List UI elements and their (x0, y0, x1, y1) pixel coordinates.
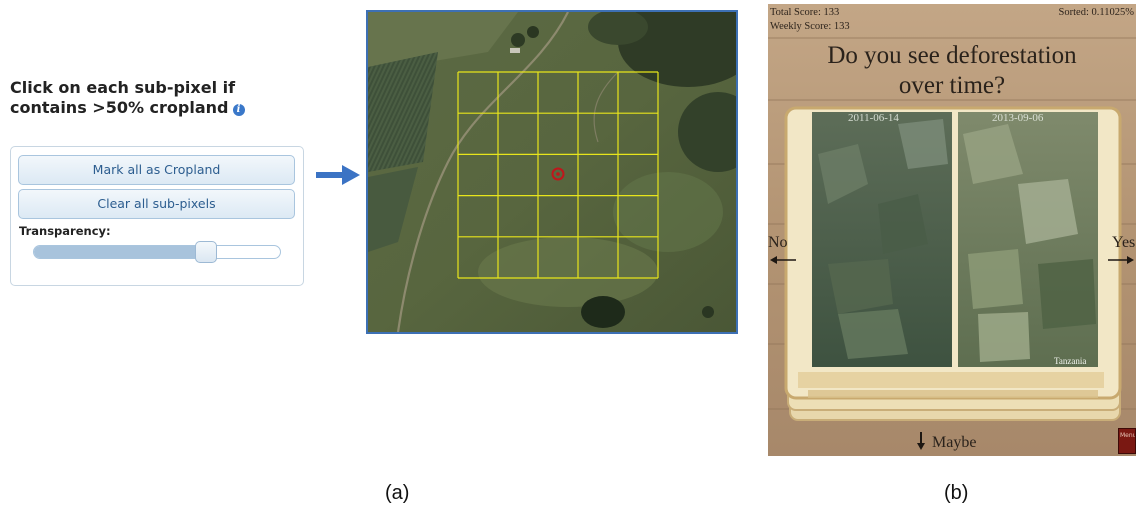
question-line1: Do you see deforestation (827, 42, 1077, 69)
weekly-score: Weekly Score: 133 (770, 21, 850, 32)
no-button[interactable]: No (768, 234, 788, 252)
satellite-grid-image (366, 10, 738, 334)
panel-title-line2: contains >50% cropland i (10, 98, 306, 118)
date-right-label: 2013-09-06 (992, 112, 1044, 124)
transparency-slider-fill (34, 246, 207, 258)
center-pixel-dot (556, 172, 560, 176)
panel-title-line1: Click on each sub-pixel if (10, 78, 236, 97)
right-arrow-icon (316, 165, 360, 185)
panel-title-line2-text: contains >50% cropland (10, 98, 229, 117)
clear-all-subpixels-button[interactable]: Clear all sub-pixels (18, 189, 295, 219)
menu-button[interactable]: Menu (1118, 428, 1136, 454)
date-left-label: 2011-06-14 (848, 112, 899, 124)
maybe-label: Maybe (932, 434, 977, 451)
panel-controls-box: Mark all as Cropland Clear all sub-pixel… (10, 146, 304, 286)
transparency-slider-handle[interactable] (195, 241, 218, 263)
transparency-slider[interactable] (33, 241, 281, 263)
panel-title: Click on each sub-pixel if contains >50%… (10, 78, 306, 118)
satellite-image (368, 12, 736, 332)
cropland-control-panel: Click on each sub-pixel if contains >50%… (10, 68, 306, 288)
mark-all-cropland-button[interactable]: Mark all as Cropland (18, 155, 295, 185)
deforestation-game-screenshot: Total Score: 133 Weekly Score: 133 Sorte… (768, 4, 1136, 456)
question-line2: over time? (898, 72, 1006, 99)
yes-button[interactable]: Yes (1112, 234, 1135, 252)
down-arrow-icon (917, 432, 925, 450)
caption-a: (a) (385, 482, 410, 504)
right-small-arrow-icon[interactable] (1108, 254, 1134, 266)
transparency-label: Transparency: (19, 224, 111, 238)
caption-b: (b) (944, 482, 969, 504)
region-label: Tanzania (1054, 356, 1087, 366)
left-arrow-icon[interactable] (770, 254, 796, 266)
info-icon[interactable]: i (232, 104, 245, 116)
sorted-percentage: Sorted: 0.11025% (1058, 7, 1134, 18)
maybe-button[interactable]: Maybe (916, 432, 976, 452)
total-score: Total Score: 133 (770, 7, 840, 18)
